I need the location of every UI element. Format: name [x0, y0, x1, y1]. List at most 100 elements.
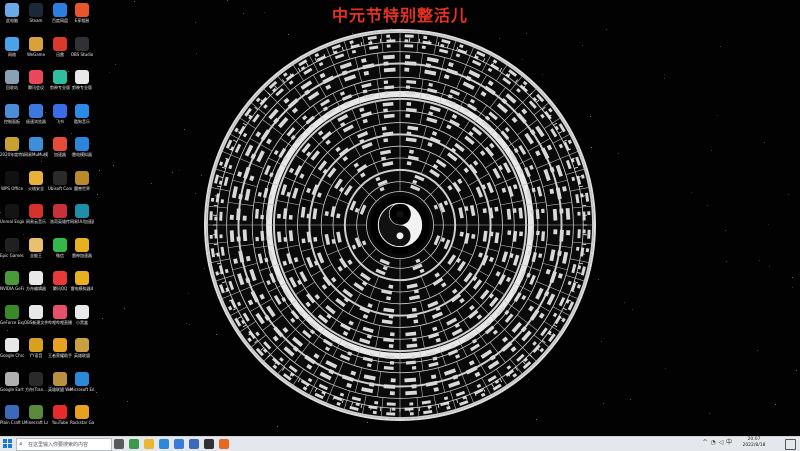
glyph-stroke: [513, 208, 517, 213]
star: [601, 341, 602, 342]
desktop-icon[interactable]: GeForce Experience: [0, 305, 24, 325]
taskbar-app-mail[interactable]: [189, 439, 199, 449]
volume-icon[interactable]: ◁: [718, 439, 724, 446]
glyph-stroke: [422, 46, 426, 49]
taskbar-app-edge[interactable]: [159, 439, 169, 449]
glyph-stroke: [243, 216, 247, 221]
glyph-stroke: [577, 229, 580, 238]
desktop-icon[interactable]: NVIDIA GeForce: [0, 271, 24, 291]
desktop-icon[interactable]: WPS Office: [0, 171, 24, 191]
start-button[interactable]: [3, 439, 13, 449]
desktop-icon[interactable]: 酷狗音乐: [70, 104, 94, 124]
star: [127, 401, 128, 402]
desktop-icon[interactable]: 迅雷: [48, 37, 72, 57]
ime-icon[interactable]: 中: [726, 439, 732, 446]
desktop-icon[interactable]: 雷电模拟器: [70, 137, 94, 157]
desktop-icon-label: 火绒安全: [24, 186, 48, 191]
glyph-stroke: [237, 236, 241, 241]
glyph-stroke: [405, 34, 414, 37]
desktop-icon[interactable]: YY语音: [24, 338, 48, 358]
desktop-icon[interactable]: 回收站: [0, 70, 24, 90]
desktop-icon[interactable]: 腾讯会议: [24, 70, 48, 90]
taskbar-app-chrome[interactable]: [129, 439, 139, 449]
star: [184, 129, 185, 130]
wegame-icon: [29, 37, 43, 51]
star: [196, 53, 197, 54]
notification-icon[interactable]: [785, 439, 796, 450]
desktop-icon-label: Plain Craft Launcher: [0, 420, 24, 425]
desktop-icon[interactable]: 网易UU加速器: [70, 204, 94, 224]
star: [195, 193, 196, 194]
desktop-icon[interactable]: 网络: [0, 37, 24, 57]
desktop-icon[interactable]: 微信: [48, 238, 72, 258]
desktop-icon[interactable]: Google Chrome: [0, 338, 24, 358]
desktop-icon[interactable]: 方舟编辑器: [24, 271, 48, 291]
glyph-stroke: [559, 208, 563, 213]
desktop-icon[interactable]: 剪映专业版: [48, 70, 72, 90]
desktop-icon[interactable]: Rockstar Games...: [70, 405, 94, 425]
desktop-icon-label: 全能王: [24, 253, 48, 258]
desktop-icon-label: WPS Office: [0, 186, 24, 191]
desktop-icon[interactable]: Ubisoft Connect: [48, 171, 72, 191]
desktop-icon-label: WeGame: [24, 52, 48, 57]
desktop-icon[interactable]: 百度网盘: [48, 3, 72, 23]
chevron-up-icon[interactable]: ^: [702, 439, 708, 446]
security-icon: [29, 171, 43, 185]
desktop-icon[interactable]: 网易MuMu模拟器: [24, 137, 48, 157]
desktop-icon[interactable]: 小黑盒: [70, 305, 94, 325]
taskbar-app-explorer[interactable]: [144, 439, 154, 449]
taskbar-app-task-view[interactable]: [114, 439, 124, 449]
desktop-icon[interactable]: 英雄联盟: [70, 338, 94, 358]
desktop-icon[interactable]: 英雄联盟 WeGame版: [48, 372, 72, 392]
desktop-icon[interactable]: 飞书: [48, 104, 72, 124]
search-placeholder: 在这里输入你要搜索的内容: [28, 441, 88, 448]
desktop-icon[interactable]: 2020年度特辑V3: [0, 137, 24, 157]
desktop-icon[interactable]: OBS Studio: [70, 37, 94, 57]
desktop-icon[interactable]: YouTube: [48, 405, 72, 425]
desktop-icon-label: 迅雷: [48, 52, 72, 57]
desktop-icon[interactable]: Plain Craft Launcher: [0, 405, 24, 425]
desktop-icon[interactable]: 方舟(Tran...: [24, 372, 48, 392]
taskbar-app-store[interactable]: [174, 439, 184, 449]
desktop-icon[interactable]: 王者荣耀助手: [48, 338, 72, 358]
desktop-icon[interactable]: 网易云音乐: [24, 204, 48, 224]
desktop-icon[interactable]: 全能王: [24, 238, 48, 258]
glyph-stroke: [230, 215, 234, 220]
glyph-stroke: [307, 214, 311, 219]
desktop-icon[interactable]: Minecraft Launcher: [24, 405, 48, 425]
taskbar-app-media[interactable]: [219, 439, 229, 449]
desktop-icon[interactable]: Unreal Engine: [0, 204, 24, 224]
desktop-icon[interactable]: 控制面板: [0, 104, 24, 124]
desktop-icon-label: Unreal Engine: [0, 219, 24, 224]
cloud-icon: [53, 3, 67, 17]
glyph-stroke: [255, 237, 259, 241]
desktop-icon[interactable]: 魔兽世界: [70, 171, 94, 191]
network-icon[interactable]: ◔: [710, 439, 716, 446]
desktop-icon[interactable]: Google Earth Pro: [0, 372, 24, 392]
star: [725, 230, 726, 231]
glyph-stroke: [384, 80, 388, 84]
desktop-icon[interactable]: 此电脑: [0, 3, 24, 23]
youtube-icon: [53, 405, 67, 419]
desktop-icon[interactable]: 雷神加速器: [70, 238, 94, 258]
search-input[interactable]: ⌕ 在这里输入你要搜索的内容: [16, 438, 112, 451]
desktop-icon[interactable]: 雷电模拟器4: [70, 271, 94, 291]
desktop-icon[interactable]: Epic Games Launcher: [0, 238, 24, 258]
desktop-icon[interactable]: 洛奇英雄传: [48, 204, 72, 224]
desktop-icon[interactable]: 剪映专业版: [70, 70, 94, 90]
desktop-icon[interactable]: Steam: [24, 3, 48, 23]
desktop-icon[interactable]: OBS新建文件: [24, 305, 48, 325]
desktop-icon[interactable]: 火绒安全: [24, 171, 48, 191]
desktop-icon[interactable]: 哔哩哔哩直播姬: [48, 305, 72, 325]
clock[interactable]: 20:07 2022/8/18: [734, 437, 774, 449]
taskbar-app-obs[interactable]: [204, 439, 214, 449]
desktop-icon[interactable]: WeGame: [24, 37, 48, 57]
desktop-icon[interactable]: 腾讯QQ: [48, 271, 72, 291]
desktop-icon[interactable]: E享相册: [70, 3, 94, 23]
star: [768, 224, 769, 225]
desktop-icon[interactable]: 极速浏览器: [24, 104, 48, 124]
glyph-stroke: [553, 229, 557, 234]
desktop-icon[interactable]: 加速器: [48, 137, 72, 157]
wechat-icon: [53, 238, 67, 252]
desktop-icon[interactable]: Microsoft Edge: [70, 372, 94, 392]
